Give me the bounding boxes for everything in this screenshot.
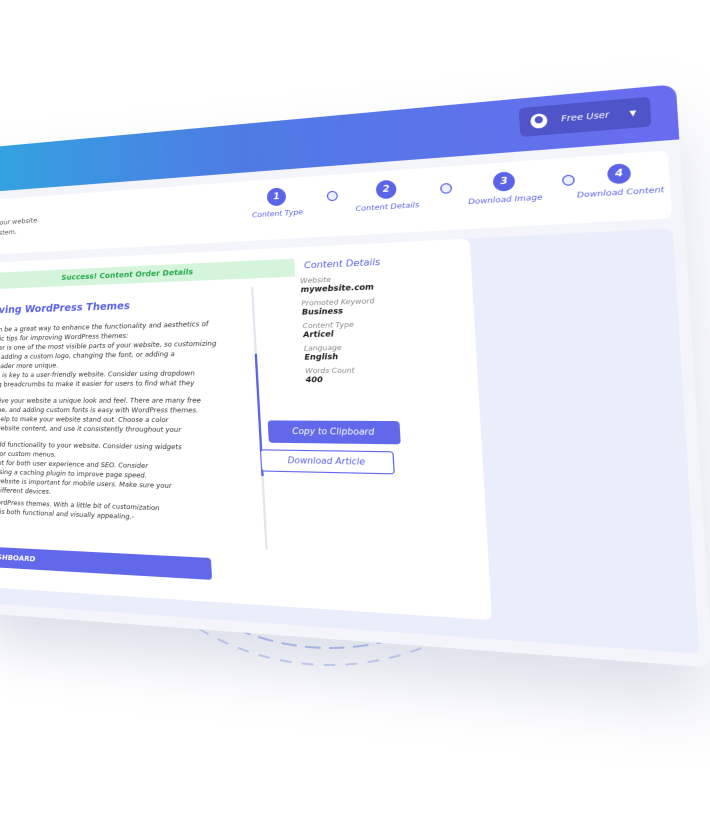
step-number: 1	[267, 187, 287, 206]
article-line: or website content, and use it consisten…	[0, 424, 255, 436]
success-banner: Success! Content Order Details	[0, 259, 295, 290]
article-title: proving WordPress Themes	[0, 300, 130, 316]
user-menu-button[interactable]: Free User ▼	[519, 97, 652, 137]
content-details: Content Details Website mywebsite.com Pr…	[282, 253, 465, 390]
article-line: an give your website a unique look and f…	[0, 396, 253, 406]
step-download-image[interactable]: 3 Download Image	[450, 168, 561, 207]
user-avatar-icon	[530, 113, 548, 129]
step-label: Content Type	[231, 206, 326, 221]
dashboard-button[interactable]: ASHBOARD	[0, 547, 212, 580]
detail-value: English	[304, 350, 463, 362]
article-preview: proving WordPress Themes es can be a gre…	[0, 287, 268, 550]
step-number: 4	[607, 163, 631, 184]
article-line: using breadcrumbs to make it easier for …	[0, 378, 252, 390]
content-card: Success! Content Order Details proving W…	[0, 239, 492, 621]
caret-down-icon: ▼	[629, 108, 636, 117]
step-label: Download Content	[563, 184, 680, 201]
app-window: Free User ▼ nt to your website. the syst…	[0, 84, 710, 667]
user-label: Free User	[561, 110, 610, 124]
app-scene: Free User ▼ nt to your website. the syst…	[0, 81, 710, 695]
detail-value: 400	[305, 374, 464, 385]
content-area: Success! Content Order Details proving W…	[0, 228, 699, 654]
step-number: 3	[493, 171, 516, 192]
intro-text: nt to your website. the system.	[0, 215, 40, 239]
details-heading: Content Details	[304, 253, 458, 270]
copy-to-clipboard-button[interactable]: Copy to Clipboard	[268, 420, 401, 444]
intro-line-2: the system.	[0, 225, 40, 239]
step-download-content[interactable]: 4 Download Content	[561, 160, 679, 201]
download-article-button[interactable]: Download Article	[260, 449, 395, 474]
step-content-details[interactable]: 2 Content Details	[336, 177, 439, 215]
step-number: 2	[376, 180, 397, 200]
step-label: Content Details	[337, 199, 439, 214]
step-content-type[interactable]: 1 Content Type	[230, 185, 326, 221]
step-label: Download Image	[451, 191, 560, 207]
